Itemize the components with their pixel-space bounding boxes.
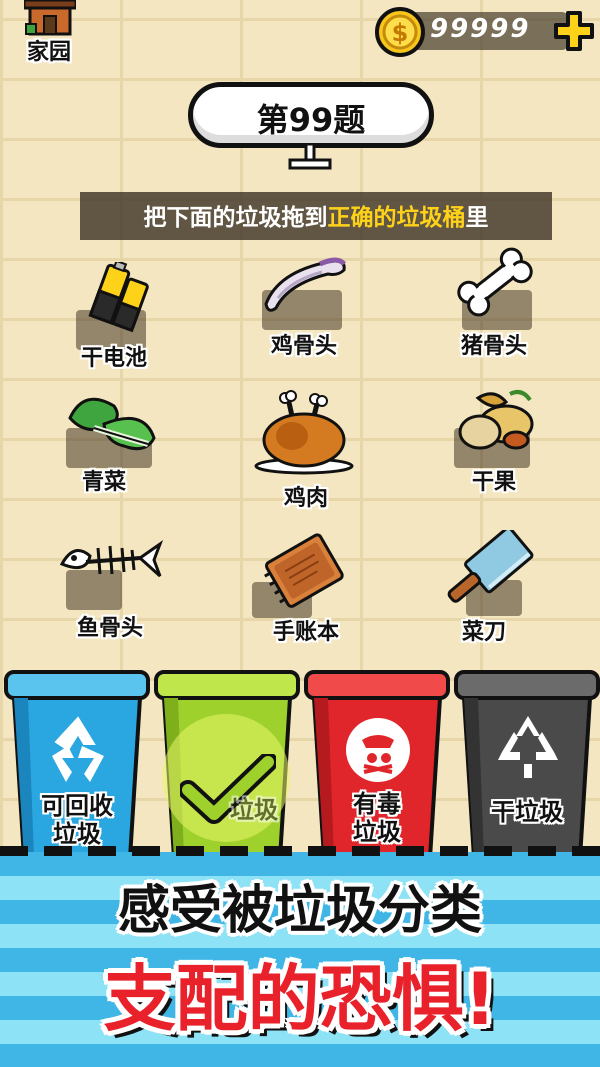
- banner-border: [0, 846, 600, 856]
- green-vegetable-icon: [68, 397, 156, 451]
- item-name: 青菜: [81, 470, 126, 495]
- instruction-suffix: 里: [465, 205, 489, 231]
- svg-text:$: $: [392, 19, 409, 47]
- trash-item[interactable]: 干果: [440, 388, 550, 498]
- fish-bone-icon: [59, 539, 164, 578]
- recyclable-bin[interactable]: 可回收 垃圾: [4, 668, 150, 858]
- coin-count: 99999: [430, 14, 531, 44]
- item-name: 鸡肉: [283, 486, 328, 511]
- trash-item[interactable]: 菜刀: [436, 530, 552, 645]
- slogan-line1: 感受被垃圾分类: [117, 881, 482, 941]
- item-name: 手账本: [272, 620, 339, 645]
- question-title: 第99题: [256, 101, 366, 139]
- plus-icon[interactable]: [553, 10, 595, 52]
- instruction-prefix: 把下面的垃圾拖到: [143, 205, 328, 231]
- home-button[interactable]: 家园: [18, 0, 82, 66]
- roast-chicken-icon: [254, 390, 354, 475]
- notebook-icon: [264, 533, 344, 608]
- hazardous-bin[interactable]: 有毒 垃圾: [304, 668, 450, 858]
- bin-label-line1: 可回收: [41, 792, 113, 820]
- dry-waste-bin[interactable]: 干垃圾: [454, 668, 600, 858]
- bin-label-line1: 有毒: [353, 790, 401, 818]
- chicken-bone-icon: [264, 257, 346, 312]
- instruction-text: 把下面的垃圾拖到正确的垃圾桶里: [80, 198, 552, 232]
- trash-item[interactable]: 青菜: [60, 388, 170, 498]
- bin-label-line2: 垃圾: [353, 818, 401, 846]
- home-label: 家园: [26, 40, 71, 65]
- item-name: 猪骨头: [460, 334, 527, 359]
- trash-item[interactable]: 鸡肉: [246, 390, 366, 511]
- bin-label-line2: 垃圾: [53, 820, 101, 848]
- trash-item[interactable]: 鱼骨头: [56, 530, 172, 642]
- trash-item[interactable]: 干电池: [60, 262, 170, 372]
- dry-waste-icon: [498, 716, 558, 778]
- battery-icon: [88, 262, 149, 333]
- item-name: 菜刀: [461, 620, 506, 645]
- item-name: 干果: [471, 470, 516, 495]
- item-name: 鱼骨头: [76, 616, 143, 641]
- house-icon: [24, 0, 76, 36]
- sign-post: [288, 144, 332, 170]
- kitchen-waste-bin[interactable]: 垃圾: [154, 668, 300, 858]
- dried-fruit-icon: [458, 390, 534, 450]
- kitchen-knife-icon: [447, 530, 534, 603]
- trash-item[interactable]: 鸡骨头: [244, 250, 364, 360]
- trash-item[interactable]: 猪骨头: [440, 244, 550, 360]
- hazardous-icon: [346, 718, 410, 782]
- slogan-line2: 支配的恐惧!: [103, 957, 497, 1041]
- coin-icon: $: [375, 7, 425, 57]
- bin-label-line2: 垃圾: [230, 796, 278, 824]
- item-name: 鸡骨头: [270, 334, 337, 359]
- item-name: 干电池: [80, 346, 147, 371]
- trash-item[interactable]: 手账本: [250, 530, 366, 645]
- game-scene: 家园 $ 99999 第99题 把下面的垃圾拖到正确的垃圾桶里 干电池 鸡骨头 …: [0, 0, 600, 1067]
- recycle-icon: [52, 716, 104, 782]
- pork-bone-icon: [457, 247, 533, 317]
- bin-label-line1: 干垃圾: [491, 798, 563, 826]
- instruction-highlight: 正确的垃圾桶: [327, 205, 466, 231]
